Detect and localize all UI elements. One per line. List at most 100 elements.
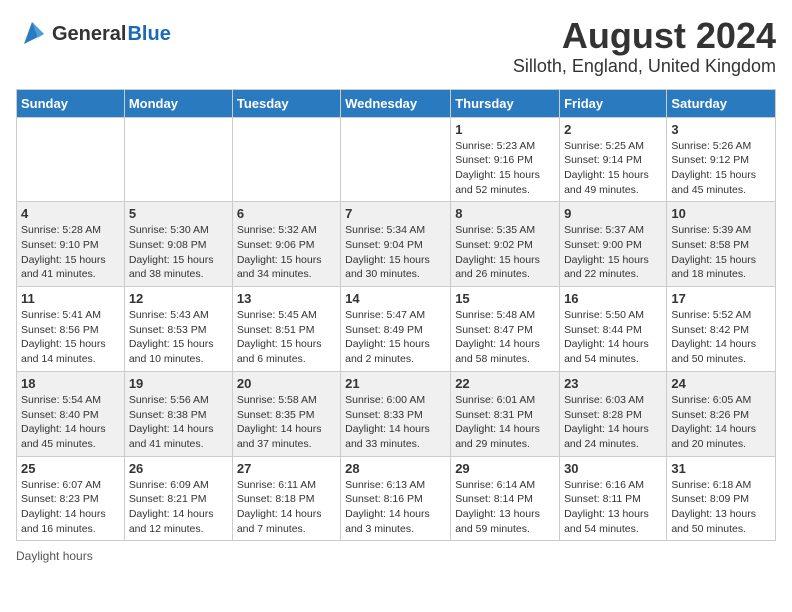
calendar-day-cell: 25 Sunrise: 6:07 AM Sunset: 8:23 PM Dayli… <box>17 456 125 541</box>
calendar-header-row: SundayMondayTuesdayWednesdayThursdayFrid… <box>17 89 776 117</box>
day-info: Sunrise: 5:37 AM Sunset: 9:00 PM Dayligh… <box>564 223 662 282</box>
calendar-day-cell: 19 Sunrise: 5:56 AM Sunset: 8:38 PM Dayli… <box>124 371 232 456</box>
calendar-day-cell <box>124 117 232 202</box>
calendar-body: 1 Sunrise: 5:23 AM Sunset: 9:16 PM Daylig… <box>17 117 776 541</box>
calendar-day-cell: 30 Sunrise: 6:16 AM Sunset: 8:11 PM Dayli… <box>560 456 667 541</box>
day-number: 23 <box>564 376 662 391</box>
day-number: 27 <box>237 461 336 476</box>
calendar-day-header: Thursday <box>451 89 560 117</box>
calendar-day-cell: 16 Sunrise: 5:50 AM Sunset: 8:44 PM Dayli… <box>560 287 667 372</box>
header: General Blue August 2024 Silloth, Englan… <box>16 16 776 77</box>
calendar-day-cell: 11 Sunrise: 5:41 AM Sunset: 8:56 PM Dayli… <box>17 287 125 372</box>
day-number: 25 <box>21 461 120 476</box>
day-info: Sunrise: 6:16 AM Sunset: 8:11 PM Dayligh… <box>564 478 662 537</box>
calendar-day-cell: 15Sunrise: 5:48 AM Sunset: 8:47 PM Dayli… <box>451 287 560 372</box>
calendar-week-row: 11 Sunrise: 5:41 AM Sunset: 8:56 PM Dayli… <box>17 287 776 372</box>
day-number: 28 <box>345 461 446 476</box>
day-number: 5 <box>129 206 228 221</box>
calendar-day-cell: 20 Sunrise: 5:58 AM Sunset: 8:35 PM Dayli… <box>232 371 340 456</box>
day-number: 20 <box>237 376 336 391</box>
day-number: 14 <box>345 291 446 306</box>
calendar-day-header: Wednesday <box>341 89 451 117</box>
calendar-day-header: Friday <box>560 89 667 117</box>
day-info: Sunrise: 6:00 AM Sunset: 8:33 PM Dayligh… <box>345 393 446 452</box>
day-number: 4 <box>21 206 120 221</box>
day-number: 10 <box>671 206 771 221</box>
day-info: Sunrise: 5:39 AM Sunset: 8:58 PM Dayligh… <box>671 223 771 282</box>
calendar-day-cell: 14 Sunrise: 5:47 AM Sunset: 8:49 PM Dayli… <box>341 287 451 372</box>
calendar-day-cell: 12 Sunrise: 5:43 AM Sunset: 8:53 PM Dayli… <box>124 287 232 372</box>
logo-general: General <box>52 23 126 46</box>
day-info: Sunrise: 6:13 AM Sunset: 8:16 PM Dayligh… <box>345 478 446 537</box>
day-number: 12 <box>129 291 228 306</box>
day-number: 22 <box>455 376 555 391</box>
calendar-day-header: Monday <box>124 89 232 117</box>
calendar-day-header: Saturday <box>667 89 776 117</box>
day-info: Sunrise: 6:01 AM Sunset: 8:31 PM Dayligh… <box>455 393 555 452</box>
day-info: Sunrise: 5:26 AM Sunset: 9:12 PM Dayligh… <box>671 139 771 198</box>
calendar-day-cell: 8Sunrise: 5:35 AM Sunset: 9:02 PM Daylig… <box>451 202 560 287</box>
calendar-day-cell: 26 Sunrise: 6:09 AM Sunset: 8:21 PM Dayli… <box>124 456 232 541</box>
calendar-day-cell: 18 Sunrise: 5:54 AM Sunset: 8:40 PM Dayli… <box>17 371 125 456</box>
logo-blue: Blue <box>127 23 170 46</box>
calendar-day-cell: 31Sunrise: 6:18 AM Sunset: 8:09 PM Dayli… <box>667 456 776 541</box>
day-info: Sunrise: 5:50 AM Sunset: 8:44 PM Dayligh… <box>564 308 662 367</box>
calendar-day-cell <box>17 117 125 202</box>
calendar-day-cell: 4 Sunrise: 5:28 AM Sunset: 9:10 PM Daylig… <box>17 202 125 287</box>
calendar-day-cell: 1 Sunrise: 5:23 AM Sunset: 9:16 PM Daylig… <box>451 117 560 202</box>
logo-icon <box>16 16 48 48</box>
day-number: 19 <box>129 376 228 391</box>
calendar-week-row: 4 Sunrise: 5:28 AM Sunset: 9:10 PM Daylig… <box>17 202 776 287</box>
calendar-day-cell: 5Sunrise: 5:30 AM Sunset: 9:08 PM Daylig… <box>124 202 232 287</box>
calendar-day-cell: 17 Sunrise: 5:52 AM Sunset: 8:42 PM Dayli… <box>667 287 776 372</box>
day-number: 2 <box>564 122 662 137</box>
page-subtitle: Silloth, England, United Kingdom <box>513 56 776 77</box>
day-info: Sunrise: 5:23 AM Sunset: 9:16 PM Dayligh… <box>455 139 555 198</box>
day-info: Sunrise: 6:07 AM Sunset: 8:23 PM Dayligh… <box>21 478 120 537</box>
day-info: Sunrise: 5:45 AM Sunset: 8:51 PM Dayligh… <box>237 308 336 367</box>
day-number: 30 <box>564 461 662 476</box>
footer: Daylight hours <box>16 549 776 563</box>
day-info: Sunrise: 5:54 AM Sunset: 8:40 PM Dayligh… <box>21 393 120 452</box>
day-info: Sunrise: 5:25 AM Sunset: 9:14 PM Dayligh… <box>564 139 662 198</box>
day-number: 18 <box>21 376 120 391</box>
day-info: Sunrise: 5:47 AM Sunset: 8:49 PM Dayligh… <box>345 308 446 367</box>
day-number: 17 <box>671 291 771 306</box>
daylight-label: Daylight hours <box>16 549 93 563</box>
calendar-day-cell <box>341 117 451 202</box>
day-number: 9 <box>564 206 662 221</box>
day-number: 26 <box>129 461 228 476</box>
calendar-day-cell: 24Sunrise: 6:05 AM Sunset: 8:26 PM Dayli… <box>667 371 776 456</box>
calendar-day-cell: 3 Sunrise: 5:26 AM Sunset: 9:12 PM Daylig… <box>667 117 776 202</box>
day-info: Sunrise: 5:34 AM Sunset: 9:04 PM Dayligh… <box>345 223 446 282</box>
day-info: Sunrise: 5:43 AM Sunset: 8:53 PM Dayligh… <box>129 308 228 367</box>
calendar-day-cell <box>232 117 340 202</box>
day-info: Sunrise: 5:28 AM Sunset: 9:10 PM Dayligh… <box>21 223 120 282</box>
day-info: Sunrise: 5:48 AM Sunset: 8:47 PM Dayligh… <box>455 308 555 367</box>
day-info: Sunrise: 6:09 AM Sunset: 8:21 PM Dayligh… <box>129 478 228 537</box>
day-number: 8 <box>455 206 555 221</box>
day-info: Sunrise: 6:14 AM Sunset: 8:14 PM Dayligh… <box>455 478 555 537</box>
calendar-day-cell: 23Sunrise: 6:03 AM Sunset: 8:28 PM Dayli… <box>560 371 667 456</box>
day-info: Sunrise: 5:32 AM Sunset: 9:06 PM Dayligh… <box>237 223 336 282</box>
day-info: Sunrise: 5:41 AM Sunset: 8:56 PM Dayligh… <box>21 308 120 367</box>
day-number: 7 <box>345 206 446 221</box>
calendar-day-cell: 29Sunrise: 6:14 AM Sunset: 8:14 PM Dayli… <box>451 456 560 541</box>
day-number: 1 <box>455 122 555 137</box>
calendar-day-cell: 10 Sunrise: 5:39 AM Sunset: 8:58 PM Dayli… <box>667 202 776 287</box>
calendar-day-cell: 28 Sunrise: 6:13 AM Sunset: 8:16 PM Dayli… <box>341 456 451 541</box>
day-number: 21 <box>345 376 446 391</box>
day-number: 31 <box>671 461 771 476</box>
day-number: 3 <box>671 122 771 137</box>
calendar-table: SundayMondayTuesdayWednesdayThursdayFrid… <box>16 89 776 542</box>
calendar-day-cell: 2 Sunrise: 5:25 AM Sunset: 9:14 PM Daylig… <box>560 117 667 202</box>
day-number: 24 <box>671 376 771 391</box>
day-info: Sunrise: 5:58 AM Sunset: 8:35 PM Dayligh… <box>237 393 336 452</box>
title-area: August 2024 Silloth, England, United Kin… <box>513 16 776 77</box>
day-number: 11 <box>21 291 120 306</box>
day-number: 13 <box>237 291 336 306</box>
calendar-day-header: Sunday <box>17 89 125 117</box>
day-number: 16 <box>564 291 662 306</box>
day-info: Sunrise: 5:56 AM Sunset: 8:38 PM Dayligh… <box>129 393 228 452</box>
day-info: Sunrise: 5:52 AM Sunset: 8:42 PM Dayligh… <box>671 308 771 367</box>
